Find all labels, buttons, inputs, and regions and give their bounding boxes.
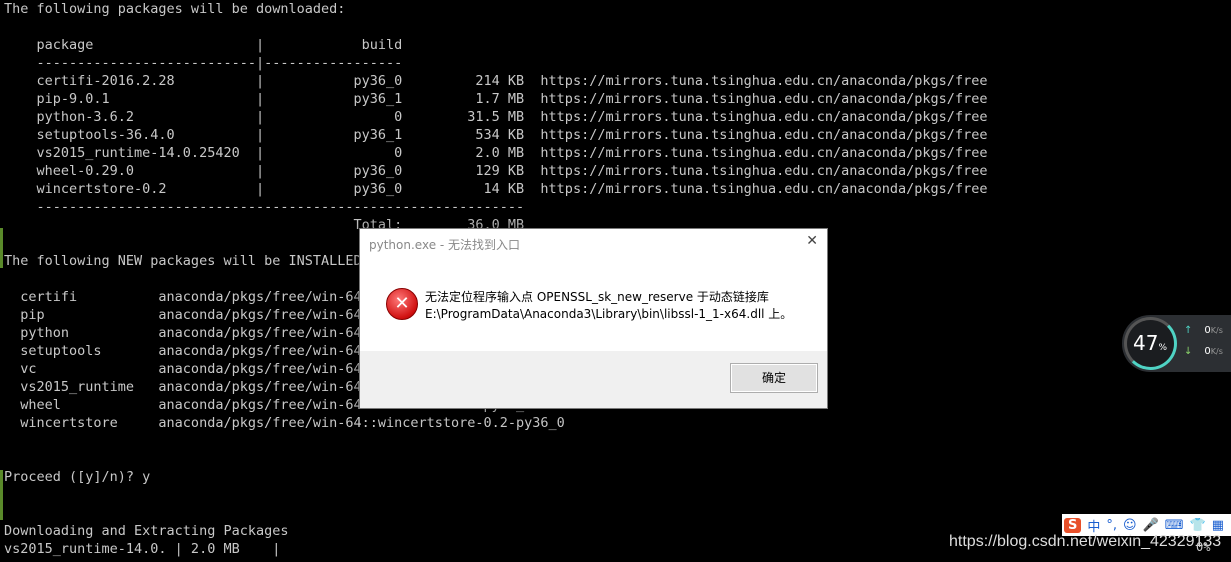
- dialog-footer: 确定: [360, 351, 827, 408]
- close-icon[interactable]: ✕: [806, 233, 818, 249]
- upload-speed: ↑ 0K/s: [1184, 325, 1223, 336]
- error-message: 无法定位程序输入点 OPENSSL_sk_new_reserve 于动态链接库 …: [425, 289, 792, 323]
- download-speed: ↓ 0K/s: [1184, 346, 1223, 357]
- chinese-mode-toggle[interactable]: 中: [1087, 516, 1100, 535]
- error-dialog: python.exe - 无法找到入口 ✕ ✕ 无法定位程序输入点 OPENSS…: [359, 228, 828, 409]
- progress-percent: 0%: [1196, 540, 1211, 554]
- left-edge-marker-top: [0, 228, 3, 268]
- terminal-line: ---------------------------|------------…: [4, 55, 403, 71]
- terminal-line: setuptools-36.4.0 | py36_1 534 KB https:…: [4, 127, 988, 143]
- left-edge-marker-bottom: [0, 470, 3, 520]
- terminal-line: ----------------------------------------…: [4, 199, 525, 215]
- terminal-line: wincertstore-0.2 | py36_0 14 KB https://…: [4, 181, 988, 197]
- terminal-line: python-3.6.2 | 0 31.5 MB https://mirrors…: [4, 109, 988, 125]
- ok-button[interactable]: 确定: [730, 363, 818, 393]
- microphone-icon[interactable]: 🎤: [1143, 518, 1159, 533]
- punctuation-toggle[interactable]: °,: [1106, 518, 1117, 533]
- sogou-logo-icon[interactable]: S: [1064, 517, 1082, 533]
- toolbox-icon[interactable]: ▦: [1212, 518, 1224, 533]
- terminal-line: Downloading and Extracting Packages: [4, 523, 289, 539]
- emoji-icon[interactable]: ☺: [1123, 518, 1137, 533]
- terminal-line: Proceed ([y]/n)? y: [4, 469, 151, 485]
- csdn-watermark: https://blog.csdn.net/weixin_42329133: [949, 533, 1222, 550]
- cpu-usage-percent: 47%: [1133, 331, 1168, 355]
- terminal-line: wheel-0.29.0 | py36_0 129 KB https://mir…: [4, 163, 988, 179]
- error-message-line2: E:\ProgramData\Anaconda3\Library\bin\lib…: [425, 307, 793, 321]
- terminal-line: vs2015_runtime-14.0. | 2.0 MB |: [4, 541, 281, 557]
- skin-icon[interactable]: 👕: [1190, 518, 1206, 533]
- terminal-line: certifi-2016.2.28 | py36_0 214 KB https:…: [4, 73, 988, 89]
- dialog-title: python.exe - 无法找到入口: [369, 238, 521, 252]
- error-message-line1: 无法定位程序输入点 OPENSSL_sk_new_reserve 于动态链接库: [425, 290, 769, 304]
- terminal-line: vs2015_runtime-14.0.25420 | 0 2.0 MB htt…: [4, 145, 988, 161]
- upload-arrow-icon: ↑: [1184, 325, 1193, 336]
- terminal-line: pip-9.0.1 | py36_1 1.7 MB https://mirror…: [4, 91, 988, 107]
- keyboard-icon[interactable]: ⌨: [1165, 518, 1184, 533]
- network-monitor-widget[interactable]: 47% ↑ 0K/s ↓ 0K/s: [1122, 315, 1231, 372]
- cpu-usage-ring: 47%: [1124, 317, 1177, 370]
- terminal-line: The following packages will be downloade…: [4, 1, 346, 17]
- terminal-line: package | build: [4, 37, 403, 53]
- dialog-body: ✕ 无法定位程序输入点 OPENSSL_sk_new_reserve 于动态链接…: [360, 259, 827, 351]
- terminal-line: wincertstore anaconda/pkgs/free/win-64::…: [4, 415, 565, 431]
- download-arrow-icon: ↓: [1184, 346, 1193, 357]
- error-icon: ✕: [386, 288, 418, 320]
